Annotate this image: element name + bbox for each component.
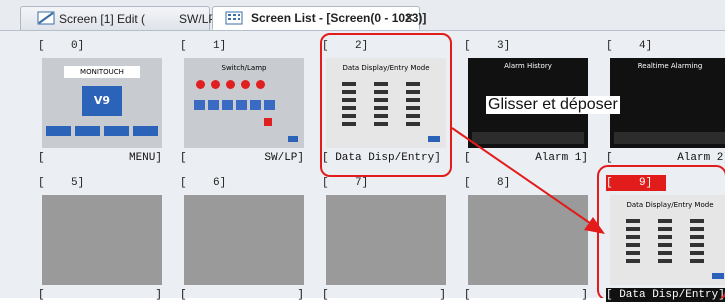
drag-drop-label: Glisser et déposer — [486, 96, 620, 114]
drag-annotation — [451, 127, 725, 298]
drag-arrow-line — [451, 127, 601, 231]
highlight-target-screen — [597, 165, 725, 298]
drag-arrow-head — [584, 217, 605, 234]
